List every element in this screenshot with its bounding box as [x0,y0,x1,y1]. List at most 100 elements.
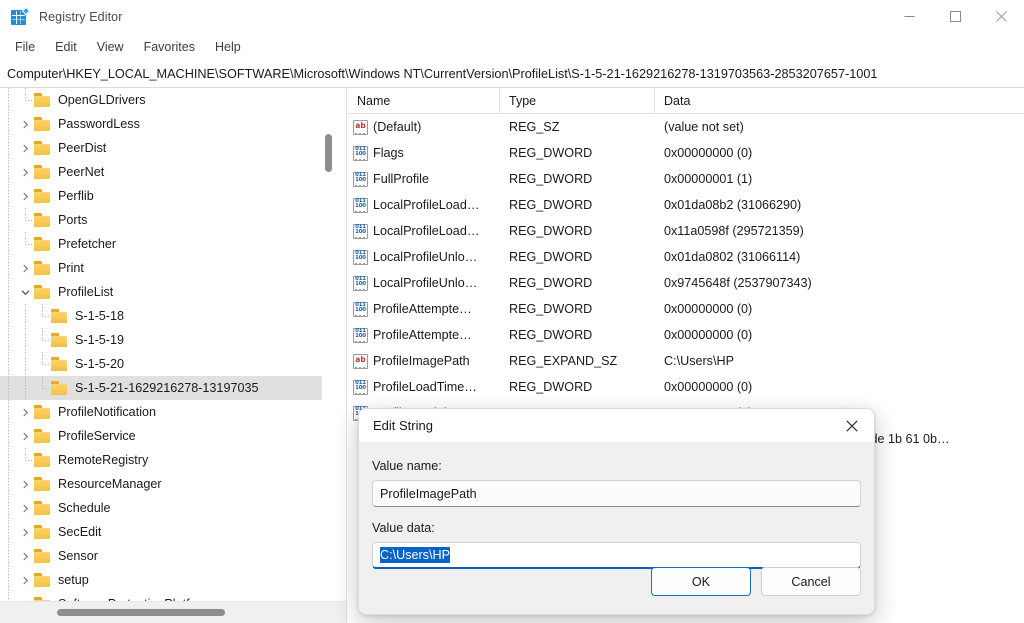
table-row[interactable]: 011100FlagsREG_DWORD0x00000000 (0) [348,140,1024,166]
tree-node-s-1-5-19[interactable]: S-1-5-19 [0,328,332,352]
tree-node-label: OpenGLDrivers [58,93,146,107]
tree-node-passwordless[interactable]: PasswordLess [0,112,332,136]
chevron-right-icon[interactable] [17,520,34,544]
dialog-buttons: OK Cancel [651,567,861,596]
folder-icon [34,165,51,179]
tree-node-label: Sensor [58,549,98,563]
cell-name: 011100FullProfile [348,172,500,187]
folder-icon [34,93,51,107]
chevron-down-icon[interactable] [17,280,34,304]
tree-node-resourcemanager[interactable]: ResourceManager [0,472,332,496]
menu-help[interactable]: Help [205,37,251,57]
close-icon[interactable] [978,0,1024,33]
menu-view[interactable]: View [87,37,134,57]
chevron-right-icon[interactable] [17,544,34,568]
tree-guide-elbow [34,376,51,400]
cell-name: 011100ProfileLoadTime… [348,380,500,395]
menu-edit[interactable]: Edit [45,37,87,57]
cell-name: ab(Default) [348,120,500,135]
folder-icon [34,501,51,515]
dword-value-icon: 011100 [353,172,368,187]
tree-vertical-scrollbar[interactable] [322,88,335,601]
cell-name: 011100ProfileAttempte… [348,302,500,317]
table-row[interactable]: 011100LocalProfileUnlo…REG_DWORD0x01da08… [348,244,1024,270]
chevron-right-icon[interactable] [17,472,34,496]
tree-node-profileservice[interactable]: ProfileService [0,424,332,448]
chevron-right-icon[interactable] [17,160,34,184]
table-row[interactable]: abProfileImagePathREG_EXPAND_SZC:\Users\… [348,348,1024,374]
tree-node-label: Ports [58,213,87,227]
chevron-right-icon[interactable] [17,256,34,280]
tree-guide [0,568,17,592]
tree-horizontal-scrollbar-thumb[interactable] [57,609,225,616]
chevron-right-icon[interactable] [17,112,34,136]
registry-tree-pane: OpenGLDrivers PasswordLess PeerDistPeerNet… [0,88,347,623]
tree-horizontal-scrollbar[interactable] [0,601,347,623]
table-row[interactable]: 011100ProfileLoadTime…REG_DWORD0x0000000… [348,374,1024,400]
tree-vertical-scrollbar-thumb[interactable] [325,134,332,172]
tree-node-schedule[interactable]: Schedule [0,496,332,520]
chevron-right-icon[interactable] [17,136,34,160]
tree-node-s-1-5-18[interactable]: S-1-5-18 [0,304,332,328]
folder-icon [34,429,51,443]
tree-node-opengldrivers[interactable]: OpenGLDrivers [0,88,332,112]
table-row[interactable]: ab(Default)REG_SZ(value not set) [348,114,1024,140]
minimize-icon[interactable] [886,0,932,33]
table-row[interactable]: 011100FullProfileREG_DWORD0x00000001 (1) [348,166,1024,192]
registry-tree[interactable]: OpenGLDrivers PasswordLess PeerDistPeerNet… [0,88,332,601]
table-row[interactable]: 011100ProfileAttempte…REG_DWORD0x0000000… [348,296,1024,322]
tree-node-softwareprotectionplatform[interactable]: SoftwareProtectionPlatform [0,592,332,601]
tree-node-sensor[interactable]: Sensor [0,544,332,568]
chevron-right-icon[interactable] [17,592,34,601]
tree-node-peerdist[interactable]: PeerDist [0,136,332,160]
tree-node-label: RemoteRegistry [58,453,148,467]
chevron-right-icon[interactable] [17,424,34,448]
tree-node-s-1-5-21-1629216278-13197035[interactable]: S-1-5-21-1629216278-13197035 [0,376,332,400]
cell-type: REG_DWORD [500,172,655,186]
column-header-name[interactable]: Name [348,88,500,114]
chevron-right-icon[interactable] [17,184,34,208]
table-row[interactable]: 011100ProfileAttempte…REG_DWORD0x0000000… [348,322,1024,348]
address-bar[interactable]: Computer\HKEY_LOCAL_MACHINE\SOFTWARE\Mic… [0,61,1024,88]
table-row[interactable]: 011100LocalProfileLoad…REG_DWORD0x11a059… [348,218,1024,244]
folder-icon [34,525,51,539]
column-header-data[interactable]: Data [655,88,1024,114]
table-row[interactable]: 011100LocalProfileUnlo…REG_DWORD0x974564… [348,270,1024,296]
tree-node-prefetcher[interactable]: Prefetcher [0,232,332,256]
value-name: ProfileAttempte… [373,302,472,316]
value-data-input[interactable]: C:\Users\HP [372,542,861,569]
folder-icon [34,453,51,467]
tree-guide [0,472,17,496]
value-name-input[interactable]: ProfileImagePath [372,480,861,507]
tree-node-remoteregistry[interactable]: RemoteRegistry [0,448,332,472]
tree-node-ports[interactable]: Ports [0,208,332,232]
chevron-right-icon[interactable] [17,496,34,520]
tree-guide [0,280,17,304]
tree-node-s-1-5-20[interactable]: S-1-5-20 [0,352,332,376]
menu-file[interactable]: File [5,37,45,57]
maximize-icon[interactable] [932,0,978,33]
tree-node-label: ResourceManager [58,477,162,491]
chevron-right-icon[interactable] [17,568,34,592]
cell-data: 0x9745648f (2537907343) [655,276,1024,290]
tree-node-peernet[interactable]: PeerNet [0,160,332,184]
tree-node-label: S-1-5-19 [75,333,124,347]
column-header-type[interactable]: Type [500,88,655,114]
folder-icon [34,213,51,227]
tree-node-profilenotification[interactable]: ProfileNotification [0,400,332,424]
menu-favorites[interactable]: Favorites [134,37,205,57]
ok-button[interactable]: OK [651,567,751,596]
folder-icon [34,237,51,251]
chevron-right-icon[interactable] [17,400,34,424]
tree-node-secedit[interactable]: SecEdit [0,520,332,544]
table-row[interactable]: 011100LocalProfileLoad…REG_DWORD0x01da08… [348,192,1024,218]
value-name-text: ProfileImagePath [380,487,477,501]
tree-node-profilelist[interactable]: ProfileList [0,280,332,304]
dialog-body: Value name: ProfileImagePath Value data:… [359,442,874,569]
tree-node-print[interactable]: Print [0,256,332,280]
tree-node-perflib[interactable]: Perflib [0,184,332,208]
dialog-close-icon[interactable] [829,409,874,442]
cancel-button[interactable]: Cancel [761,567,861,596]
tree-node-setup[interactable]: setup [0,568,332,592]
tree-node-label: PasswordLess [58,117,140,131]
